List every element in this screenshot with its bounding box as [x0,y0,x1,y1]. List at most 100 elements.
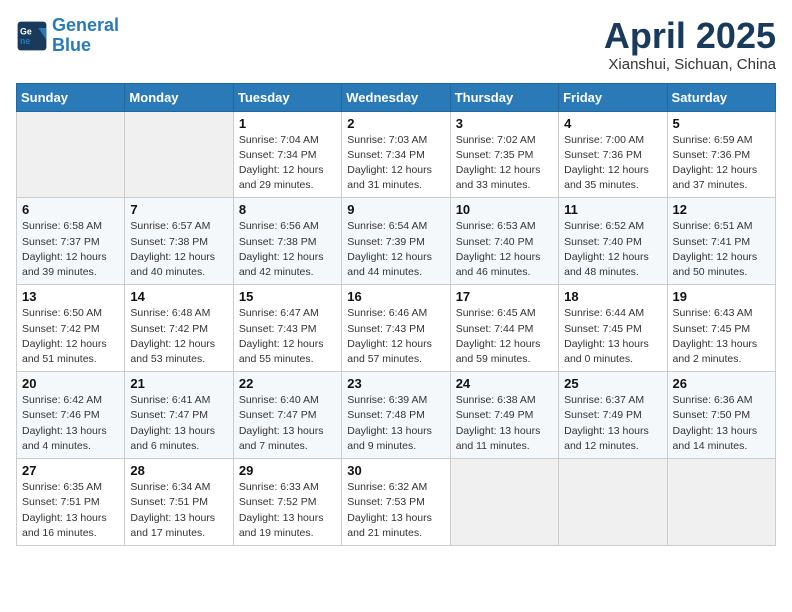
day-number: 21 [130,376,227,391]
calendar-week-row: 20 Sunrise: 6:42 AM Sunset: 7:46 PM Dayli… [17,372,776,459]
day-info: Sunrise: 6:40 AM Sunset: 7:47 PM Dayligh… [239,393,336,454]
logo-icon: Ge ne [16,20,48,52]
calendar-table: SundayMondayTuesdayWednesdayThursdayFrid… [16,83,776,546]
day-info: Sunrise: 7:00 AM Sunset: 7:36 PM Dayligh… [564,133,661,194]
calendar-cell: 16 Sunrise: 6:46 AM Sunset: 7:43 PM Dayli… [342,285,450,372]
day-number: 24 [456,376,553,391]
day-info: Sunrise: 6:47 AM Sunset: 7:43 PM Dayligh… [239,306,336,367]
calendar-cell: 21 Sunrise: 6:41 AM Sunset: 7:47 PM Dayli… [125,372,233,459]
title-block: April 2025 Xianshui, Sichuan, China [604,16,776,73]
day-info: Sunrise: 6:45 AM Sunset: 7:44 PM Dayligh… [456,306,553,367]
day-number: 28 [130,463,227,478]
day-info: Sunrise: 6:33 AM Sunset: 7:52 PM Dayligh… [239,480,336,541]
calendar-cell [667,459,775,546]
calendar-week-row: 1 Sunrise: 7:04 AM Sunset: 7:34 PM Daylig… [17,111,776,198]
calendar-cell: 20 Sunrise: 6:42 AM Sunset: 7:46 PM Dayli… [17,372,125,459]
day-info: Sunrise: 6:34 AM Sunset: 7:51 PM Dayligh… [130,480,227,541]
day-number: 4 [564,116,661,131]
calendar-cell: 10 Sunrise: 6:53 AM Sunset: 7:40 PM Dayli… [450,198,558,285]
svg-text:Ge: Ge [20,26,32,36]
day-number: 12 [673,202,770,217]
calendar-cell: 29 Sunrise: 6:33 AM Sunset: 7:52 PM Dayli… [233,459,341,546]
calendar-cell: 14Sunrise: 6:48 AM Sunset: 7:42 PM Dayli… [125,285,233,372]
calendar-cell: 11Sunrise: 6:52 AM Sunset: 7:40 PM Dayli… [559,198,667,285]
calendar-cell: 30 Sunrise: 6:32 AM Sunset: 7:53 PM Dayli… [342,459,450,546]
calendar-cell: 18Sunrise: 6:44 AM Sunset: 7:45 PM Dayli… [559,285,667,372]
day-number: 6 [22,202,119,217]
calendar-cell: 27 Sunrise: 6:35 AM Sunset: 7:51 PM Dayli… [17,459,125,546]
calendar-cell: 12Sunrise: 6:51 AM Sunset: 7:41 PM Dayli… [667,198,775,285]
calendar-cell: 19Sunrise: 6:43 AM Sunset: 7:45 PM Dayli… [667,285,775,372]
calendar-cell: 22 Sunrise: 6:40 AM Sunset: 7:47 PM Dayli… [233,372,341,459]
calendar-week-row: 6Sunrise: 6:58 AM Sunset: 7:37 PM Daylig… [17,198,776,285]
day-info: Sunrise: 6:50 AM Sunset: 7:42 PM Dayligh… [22,306,119,367]
day-number: 5 [673,116,770,131]
day-number: 8 [239,202,336,217]
day-number: 15 [239,289,336,304]
calendar-cell: 15 Sunrise: 6:47 AM Sunset: 7:43 PM Dayli… [233,285,341,372]
day-number: 3 [456,116,553,131]
day-number: 27 [22,463,119,478]
weekday-header-monday: Monday [125,83,233,111]
calendar-cell: 2 Sunrise: 7:03 AM Sunset: 7:34 PM Daylig… [342,111,450,198]
day-number: 7 [130,202,227,217]
calendar-cell: 9Sunrise: 6:54 AM Sunset: 7:39 PM Daylig… [342,198,450,285]
day-number: 25 [564,376,661,391]
calendar-cell: 28 Sunrise: 6:34 AM Sunset: 7:51 PM Dayli… [125,459,233,546]
day-number: 1 [239,116,336,131]
day-number: 11 [564,202,661,217]
weekday-header-row: SundayMondayTuesdayWednesdayThursdayFrid… [17,83,776,111]
calendar-week-row: 13 Sunrise: 6:50 AM Sunset: 7:42 PM Dayli… [17,285,776,372]
day-info: Sunrise: 6:59 AM Sunset: 7:36 PM Dayligh… [673,133,770,194]
day-number: 17 [456,289,553,304]
day-info: Sunrise: 6:57 AM Sunset: 7:38 PM Dayligh… [130,219,227,280]
calendar-title: April 2025 [604,16,776,56]
logo: Ge ne General Blue [16,16,119,56]
calendar-cell: 25Sunrise: 6:37 AM Sunset: 7:49 PM Dayli… [559,372,667,459]
day-info: Sunrise: 6:32 AM Sunset: 7:53 PM Dayligh… [347,480,444,541]
day-info: Sunrise: 6:53 AM Sunset: 7:40 PM Dayligh… [456,219,553,280]
day-info: Sunrise: 6:41 AM Sunset: 7:47 PM Dayligh… [130,393,227,454]
day-number: 13 [22,289,119,304]
day-info: Sunrise: 7:02 AM Sunset: 7:35 PM Dayligh… [456,133,553,194]
weekday-header-friday: Friday [559,83,667,111]
calendar-week-row: 27 Sunrise: 6:35 AM Sunset: 7:51 PM Dayli… [17,459,776,546]
day-info: Sunrise: 6:56 AM Sunset: 7:38 PM Dayligh… [239,219,336,280]
day-info: Sunrise: 6:36 AM Sunset: 7:50 PM Dayligh… [673,393,770,454]
calendar-cell: 13 Sunrise: 6:50 AM Sunset: 7:42 PM Dayli… [17,285,125,372]
calendar-cell: 6Sunrise: 6:58 AM Sunset: 7:37 PM Daylig… [17,198,125,285]
day-number: 2 [347,116,444,131]
calendar-cell: 23 Sunrise: 6:39 AM Sunset: 7:48 PM Dayli… [342,372,450,459]
day-number: 30 [347,463,444,478]
day-info: Sunrise: 6:38 AM Sunset: 7:49 PM Dayligh… [456,393,553,454]
day-number: 16 [347,289,444,304]
day-info: Sunrise: 7:04 AM Sunset: 7:34 PM Dayligh… [239,133,336,194]
day-info: Sunrise: 7:03 AM Sunset: 7:34 PM Dayligh… [347,133,444,194]
calendar-cell: 5 Sunrise: 6:59 AM Sunset: 7:36 PM Daylig… [667,111,775,198]
day-number: 9 [347,202,444,217]
day-info: Sunrise: 6:44 AM Sunset: 7:45 PM Dayligh… [564,306,661,367]
day-info: Sunrise: 6:42 AM Sunset: 7:46 PM Dayligh… [22,393,119,454]
logo-name: General Blue [52,16,119,56]
day-info: Sunrise: 6:39 AM Sunset: 7:48 PM Dayligh… [347,393,444,454]
calendar-cell [125,111,233,198]
calendar-cell [450,459,558,546]
day-number: 26 [673,376,770,391]
calendar-cell: 26 Sunrise: 6:36 AM Sunset: 7:50 PM Dayli… [667,372,775,459]
day-number: 10 [456,202,553,217]
calendar-cell: 7 Sunrise: 6:57 AM Sunset: 7:38 PM Daylig… [125,198,233,285]
calendar-subtitle: Xianshui, Sichuan, China [604,56,776,73]
day-number: 20 [22,376,119,391]
day-number: 29 [239,463,336,478]
day-number: 22 [239,376,336,391]
day-number: 23 [347,376,444,391]
weekday-header-wednesday: Wednesday [342,83,450,111]
day-info: Sunrise: 6:46 AM Sunset: 7:43 PM Dayligh… [347,306,444,367]
day-info: Sunrise: 6:35 AM Sunset: 7:51 PM Dayligh… [22,480,119,541]
calendar-cell: 1 Sunrise: 7:04 AM Sunset: 7:34 PM Daylig… [233,111,341,198]
day-number: 14 [130,289,227,304]
calendar-cell [17,111,125,198]
day-number: 19 [673,289,770,304]
calendar-cell: 4 Sunrise: 7:00 AM Sunset: 7:36 PM Daylig… [559,111,667,198]
calendar-cell: 8 Sunrise: 6:56 AM Sunset: 7:38 PM Daylig… [233,198,341,285]
